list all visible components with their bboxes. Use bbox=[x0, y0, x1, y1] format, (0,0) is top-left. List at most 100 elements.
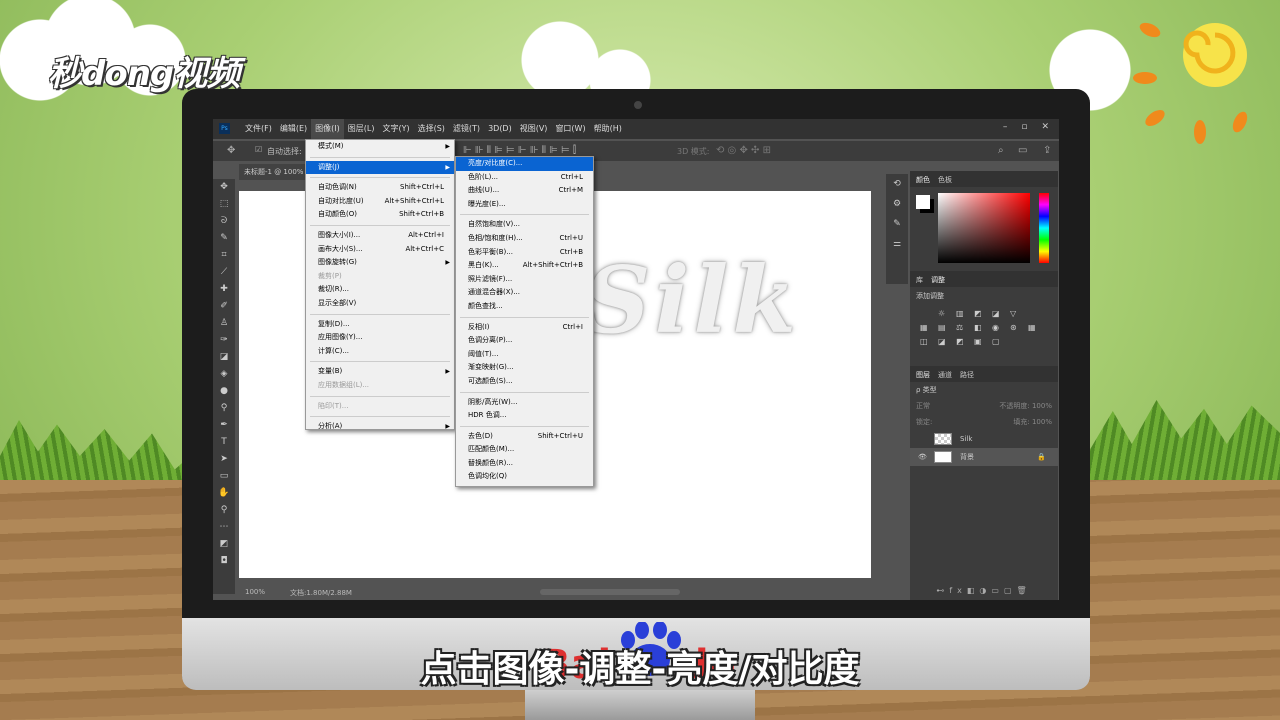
menu-item[interactable]: 反相(I) Ctrl+I bbox=[456, 321, 593, 335]
layer-bottom-icons[interactable]: ⊷fx◧◑▭▢🗑 bbox=[910, 586, 1058, 595]
menu-item[interactable]: 照片滤镜(F)... bbox=[456, 273, 593, 287]
fill-field[interactable]: 填充: 100% bbox=[1013, 417, 1052, 427]
move-tool-icon[interactable]: ✥ bbox=[213, 179, 235, 196]
menu-item[interactable]: 分析(A) ▶ bbox=[306, 420, 454, 434]
menu-item[interactable]: 阴影/高光(W)... bbox=[456, 396, 593, 410]
horizontal-scrollbar[interactable] bbox=[540, 589, 680, 595]
blur-tool-icon[interactable]: ● bbox=[213, 383, 235, 400]
menu-item[interactable]: 应用数据组(L)... bbox=[306, 379, 454, 393]
vibrance-icon[interactable]: ▦ bbox=[920, 323, 932, 332]
menu-item[interactable]: 替换颜色(R)... bbox=[456, 457, 593, 471]
tab-channels[interactable]: 通道 bbox=[938, 370, 952, 379]
hand-tool-icon[interactable]: ✋ bbox=[213, 485, 235, 502]
balance-icon[interactable]: ⚖ bbox=[956, 323, 968, 332]
menu-item[interactable]: 调整(J) ▶ bbox=[306, 160, 454, 175]
history-icon[interactable]: ⟲ bbox=[886, 174, 908, 194]
lookup-icon[interactable]: ▦ bbox=[1028, 323, 1040, 332]
shape-tool-icon[interactable]: ▭ bbox=[213, 468, 235, 485]
menu-8[interactable]: 视图(V) bbox=[516, 119, 552, 139]
tab-color[interactable]: 颜色 bbox=[916, 175, 930, 184]
menu-item[interactable]: 图像旋转(G) ▶ bbox=[306, 256, 454, 270]
menu-item[interactable]: 自动色调(N) Shift+Ctrl+L bbox=[306, 181, 454, 195]
pen-tool-icon[interactable]: ✒ bbox=[213, 417, 235, 434]
menu-item[interactable]: 颜色查找... bbox=[456, 300, 593, 314]
tab-paths[interactable]: 路径 bbox=[960, 370, 974, 379]
invert-icon[interactable]: ◫ bbox=[920, 337, 932, 346]
brush-tool-icon[interactable]: ✐ bbox=[213, 298, 235, 315]
menu-5[interactable]: 选择(S) bbox=[414, 119, 449, 139]
exposure-icon[interactable]: ◪ bbox=[992, 309, 1004, 318]
crop-tool-icon[interactable]: ⌗ bbox=[213, 247, 235, 264]
menu-item[interactable]: 色调均化(Q) bbox=[456, 470, 593, 484]
hue-slider[interactable] bbox=[1039, 193, 1049, 263]
menu-item[interactable]: 模式(M) ▶ bbox=[306, 140, 454, 154]
menu-item[interactable]: 自然饱和度(V)... bbox=[456, 218, 593, 232]
menu-item[interactable]: 曲线(U)... Ctrl+M bbox=[456, 184, 593, 198]
bw-icon[interactable]: ◧ bbox=[974, 323, 986, 332]
menu-2[interactable]: 图像(I) bbox=[311, 119, 344, 139]
menu-item[interactable]: 裁切(R)... bbox=[306, 283, 454, 297]
layer-row-background[interactable]: 👁 背景 🔒 bbox=[910, 448, 1058, 466]
restore-icon[interactable]: ▫ bbox=[1021, 122, 1027, 132]
tab-layers[interactable]: 图层 bbox=[916, 370, 930, 379]
bucket-tool-icon[interactable]: ◈ bbox=[213, 366, 235, 383]
menu-item[interactable]: 色调分离(P)... bbox=[456, 334, 593, 348]
more-tools-icon[interactable]: ⋯ bbox=[213, 519, 235, 536]
menu-item[interactable]: 通道混合器(X)... bbox=[456, 286, 593, 300]
share-icon[interactable]: ⇪ bbox=[1043, 145, 1051, 156]
menu-item[interactable]: 裁剪(P) bbox=[306, 270, 454, 284]
channel-mixer-icon[interactable]: ⊛ bbox=[1010, 323, 1022, 332]
healing-brush-icon[interactable]: ✚ bbox=[213, 281, 235, 298]
dodge-tool-icon[interactable]: ⚲ bbox=[213, 400, 235, 417]
align-icons[interactable]: ⊩ ⊪ ⫴ ⊫ ⊨ ⊩ ⊪ ⫴ ⊫ ⊨ ⫿ bbox=[463, 145, 576, 156]
levels-icon[interactable]: ▥ bbox=[956, 309, 968, 318]
minimize-icon[interactable]: – bbox=[1003, 122, 1008, 132]
menu-item[interactable]: 应用图像(Y)... bbox=[306, 331, 454, 345]
close-icon[interactable]: ✕ bbox=[1041, 122, 1049, 132]
posterize-icon[interactable]: ◪ bbox=[938, 337, 950, 346]
menu-item[interactable]: 黑白(K)... Alt+Shift+Ctrl+B bbox=[456, 259, 593, 273]
path-select-icon[interactable]: ➤ bbox=[213, 451, 235, 468]
history-brush-icon[interactable]: ✑ bbox=[213, 332, 235, 349]
opacity-field[interactable]: 不透明度: 100% bbox=[999, 401, 1052, 411]
ps-app-icon[interactable]: Ps bbox=[219, 123, 230, 134]
color-picker-field[interactable] bbox=[938, 193, 1030, 263]
type-tool-icon[interactable]: T bbox=[213, 434, 235, 451]
tab-swatches[interactable]: 色板 bbox=[938, 175, 952, 184]
layer-kind-filter[interactable]: ρ 类型 bbox=[910, 382, 1058, 398]
blend-mode-select[interactable]: 正常 bbox=[916, 401, 930, 411]
menu-item[interactable]: 亮度/对比度(C)... bbox=[456, 157, 593, 171]
menu-4[interactable]: 文字(Y) bbox=[378, 119, 413, 139]
eye-icon[interactable]: 👁 bbox=[918, 448, 927, 466]
gradient-map-icon[interactable]: ▣ bbox=[974, 337, 986, 346]
selective-color-icon[interactable]: ▢ bbox=[992, 337, 1004, 346]
brush-panel-icon[interactable]: ✎ bbox=[886, 214, 908, 234]
menu-item[interactable]: 自动对比度(U) Alt+Shift+Ctrl+L bbox=[306, 195, 454, 209]
workspace-icon[interactable]: ▭ bbox=[1018, 145, 1027, 156]
menu-item[interactable]: 自动颜色(O) Shift+Ctrl+B bbox=[306, 208, 454, 222]
menu-item[interactable]: 匹配颜色(M)... bbox=[456, 443, 593, 457]
eraser-tool-icon[interactable]: ◪ bbox=[213, 349, 235, 366]
curves-icon[interactable]: ◩ bbox=[974, 309, 986, 318]
marquee-tool-icon[interactable]: ⬚ bbox=[213, 196, 235, 213]
menu-item[interactable]: 画布大小(S)... Alt+Ctrl+C bbox=[306, 243, 454, 257]
layer-row-silk[interactable]: Silk bbox=[910, 430, 1058, 448]
menu-7[interactable]: 3D(D) bbox=[484, 119, 516, 139]
menu-6[interactable]: 滤镜(T) bbox=[449, 119, 484, 139]
brightness-icon[interactable]: ☼ bbox=[938, 309, 950, 318]
menu-item[interactable]: 去色(D) Shift+Ctrl+U bbox=[456, 430, 593, 444]
zoom-level[interactable]: 100% bbox=[245, 588, 265, 596]
photo-filter-icon[interactable]: ◉ bbox=[992, 323, 1004, 332]
menu-item[interactable]: 色彩平衡(B)... Ctrl+B bbox=[456, 246, 593, 260]
menu-9[interactable]: 窗口(W) bbox=[551, 119, 589, 139]
menu-item[interactable]: 阈值(T)... bbox=[456, 348, 593, 362]
3d-tools-icons[interactable]: ⟲ ◎ ✥ ✣ ⊞ bbox=[716, 145, 771, 156]
menu-item[interactable]: 色阶(L)... Ctrl+L bbox=[456, 171, 593, 185]
eyedropper-icon[interactable]: ⟋ bbox=[213, 264, 235, 281]
hue-sat-icon[interactable]: ▤ bbox=[938, 323, 950, 332]
move-tool-icon[interactable]: ✥ bbox=[227, 145, 235, 156]
auto-select-checkbox[interactable]: ☑ bbox=[255, 145, 262, 154]
threshold-icon[interactable]: ◩ bbox=[956, 337, 968, 346]
zoom-tool-icon[interactable]: ⚲ bbox=[213, 502, 235, 519]
color-swatches-icon[interactable]: ◩ bbox=[213, 536, 235, 553]
